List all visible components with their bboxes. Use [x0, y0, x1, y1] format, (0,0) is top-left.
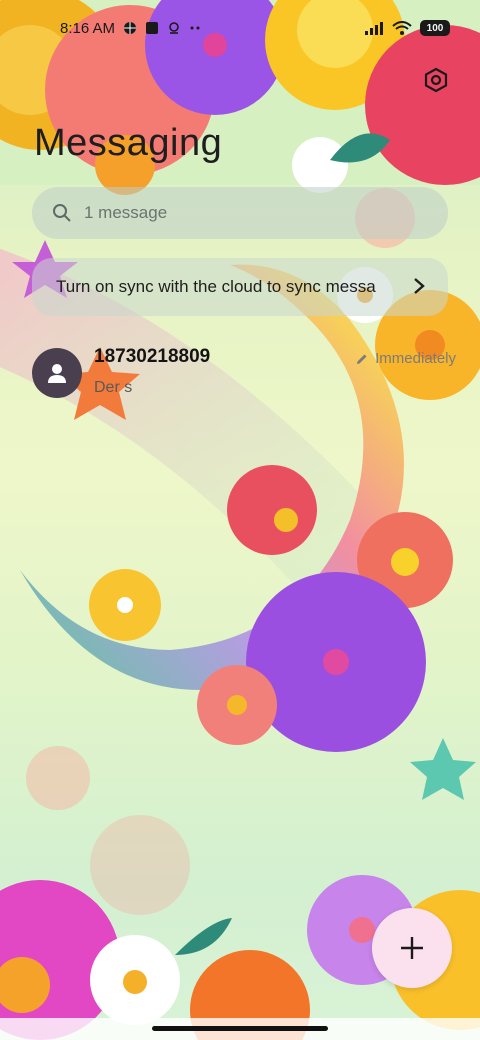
- browser-icon: [124, 22, 137, 34]
- chevron-right-icon: [414, 278, 425, 294]
- avatar[interactable]: [32, 348, 82, 398]
- person-icon: [48, 364, 66, 383]
- status-bar: 8:16 AM 100: [0, 0, 480, 56]
- wifi-icon: [392, 21, 412, 35]
- page-title: Messaging: [34, 122, 223, 164]
- search-icon: [53, 204, 71, 222]
- settings-button[interactable]: [420, 64, 452, 96]
- new-message-button[interactable]: [372, 908, 452, 988]
- conversation-item[interactable]: 18730218809 Der s Immediately: [32, 340, 456, 410]
- battery-icon: 100: [420, 20, 450, 36]
- sync-banner-text: Turn on sync with the cloud to sync mess…: [56, 277, 376, 296]
- search-input[interactable]: 1 message: [32, 187, 448, 239]
- plus-icon: [401, 937, 423, 959]
- battery-level: 100: [426, 22, 444, 34]
- location-icon: [169, 22, 179, 34]
- status-time: 8:16 AM: [60, 19, 116, 37]
- home-indicator[interactable]: [152, 1026, 328, 1031]
- conversation-time: Immediately: [355, 350, 456, 367]
- sync-banner[interactable]: Turn on sync with the cloud to sync mess…: [32, 258, 448, 316]
- conversation-time-label: Immediately: [375, 350, 456, 367]
- more-dots-icon: [190, 26, 200, 30]
- search-placeholder: 1 message: [84, 203, 168, 222]
- signal-icon: [365, 22, 383, 35]
- settings-hexagon-icon: [424, 67, 448, 93]
- notification-square-icon: [146, 22, 159, 34]
- pencil-icon: [357, 354, 367, 364]
- conversation-sender: 18730218809: [94, 346, 211, 367]
- conversation-snippet: Der s: [94, 379, 133, 396]
